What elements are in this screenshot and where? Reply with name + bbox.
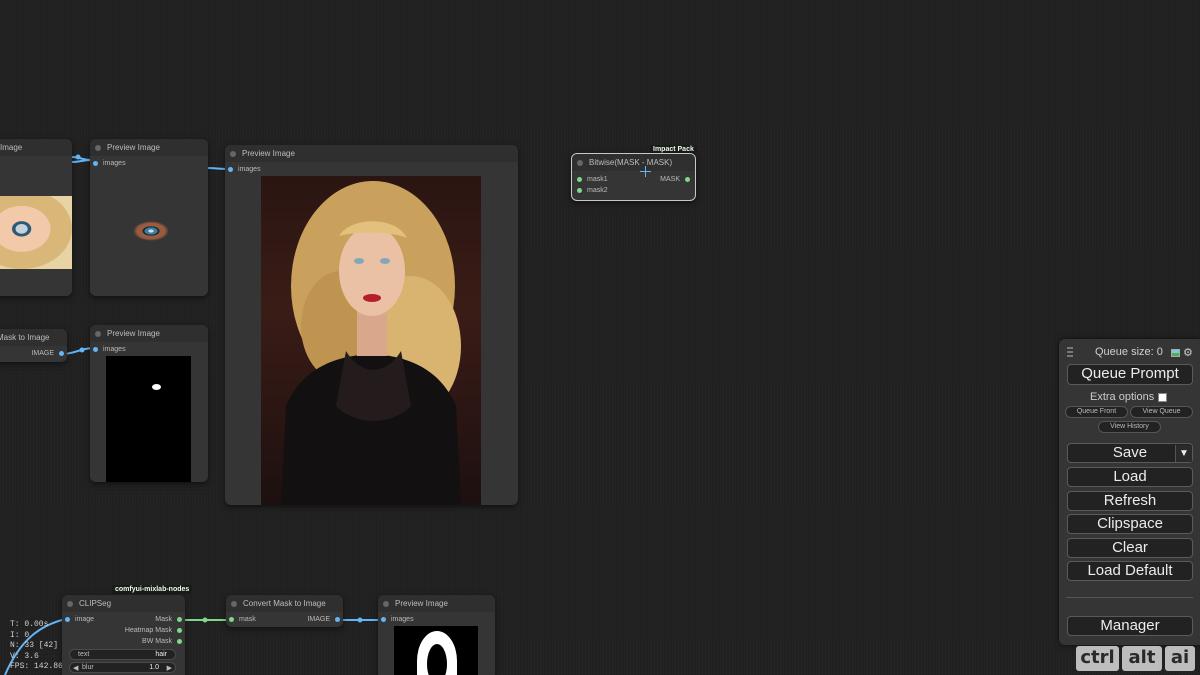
blur-widget[interactable]: ◀ blur 1.0 ▶ (69, 662, 176, 673)
node-title: Convert Mask to Image (243, 599, 326, 608)
clear-button[interactable]: Clear (1067, 538, 1193, 558)
queue-menu-panel: Queue size: 0 ⚙ Queue Prompt Extra optio… (1059, 339, 1200, 645)
extra-options-label: Extra options (1090, 391, 1155, 403)
preview-image-eye (133, 221, 169, 241)
node-mask-to-image[interactable]: Mask to Image IMAGE (0, 329, 67, 362)
output-heatmap-mask: Heatmap Mask (124, 627, 172, 634)
text-widget[interactable]: text hair (69, 649, 176, 660)
queue-size-label: Queue size: 0 (1095, 346, 1163, 358)
queue-front-button[interactable]: Queue Front (1065, 406, 1128, 418)
drag-handle-icon[interactable] (1067, 347, 1073, 357)
node-title: Image (0, 143, 23, 152)
gear-icon[interactable]: ⚙ (1183, 346, 1193, 359)
preview-image-hair-mask (394, 626, 478, 675)
preview-image-mask (106, 356, 191, 482)
output-image: IMAGE (307, 616, 330, 623)
key-alt: alt (1122, 646, 1162, 671)
node-title: Preview Image (242, 149, 295, 158)
panel-divider (1066, 597, 1193, 598)
input-images: images (103, 160, 126, 167)
stat-nodes: N: 33 [42] (10, 641, 59, 650)
stat-time: T: 0.00s (10, 620, 49, 629)
perf-stats: T: 0.00s I: 0 N: 33 [42] V: 3.6 FPS: 142… (10, 620, 63, 673)
node-preview-image-3[interactable]: Preview Image images (378, 595, 495, 675)
input-images: images (238, 166, 261, 173)
clipspace-button[interactable]: Clipspace (1067, 514, 1193, 534)
crosshair-cursor-icon (640, 166, 651, 177)
load-button[interactable]: Load (1067, 467, 1193, 487)
widget-label: blur (82, 664, 94, 671)
decrement-arrow-icon[interactable]: ◀ (73, 664, 78, 672)
widget-value: hair (155, 651, 167, 658)
node-title: Mask to Image (0, 333, 50, 342)
node-title: CLIPSeg (79, 599, 112, 608)
load-default-button[interactable]: Load Default (1067, 561, 1193, 581)
input-images: images (103, 346, 126, 353)
input-images: images (391, 616, 414, 623)
node-preview-image-2[interactable]: Preview Image images (90, 325, 208, 482)
node-clipseg[interactable]: CLIPSeg image Mask Heatmap Mask BW Mask … (62, 595, 185, 675)
key-ctrl: ctrl (1076, 646, 1119, 671)
pack-label-mixlab: comfyui-mixlab-nodes (112, 585, 193, 594)
node-bitwise-mask[interactable]: Bitwise(MASK - MASK) mask1 mask2 MASK (571, 153, 696, 201)
extra-options-checkbox[interactable] (1158, 393, 1167, 402)
input-mask: mask (239, 616, 256, 623)
node-load-image[interactable]: Image (0, 139, 72, 296)
save-label: Save (1112, 444, 1148, 461)
node-convert-mask-to-image[interactable]: Convert Mask to Image mask IMAGE (226, 595, 343, 627)
node-title: Bitwise(MASK - MASK) (589, 158, 673, 167)
input-mask2: mask2 (587, 187, 608, 194)
manager-button[interactable]: Manager (1067, 616, 1193, 636)
stat-iterations: I: 0 (10, 630, 30, 640)
save-dropdown-arrow-icon[interactable]: ▼ (1175, 445, 1192, 462)
output-bw-mask: BW Mask (142, 638, 172, 645)
portrait-figure (281, 181, 461, 505)
output-mask: Mask (155, 616, 172, 623)
node-title: Preview Image (395, 599, 448, 608)
image-icon[interactable] (1171, 349, 1180, 357)
node-preview-image-1[interactable]: Preview Image images (90, 139, 208, 296)
increment-arrow-icon[interactable]: ▶ (167, 664, 172, 672)
input-mask1: mask1 (587, 176, 608, 183)
queue-prompt-button[interactable]: Queue Prompt (1067, 364, 1193, 385)
input-image: image (75, 616, 95, 623)
refresh-button[interactable]: Refresh (1067, 491, 1193, 511)
node-title: Preview Image (107, 329, 160, 338)
output-image: IMAGE (31, 350, 54, 357)
widget-label: text (78, 651, 90, 658)
preview-image-portrait (261, 176, 481, 505)
output-mask: MASK (660, 176, 680, 183)
stat-fps: FPS: 142.86 (10, 662, 63, 671)
widget-value: 1.0 (149, 664, 159, 671)
view-history-button[interactable]: View History (1098, 421, 1161, 433)
key-ai: ai (1165, 646, 1195, 671)
node-preview-image-main[interactable]: Preview Image images (225, 145, 518, 505)
image-thumbnail (0, 196, 72, 269)
stat-version: V: 3.6 (10, 651, 39, 661)
view-queue-button[interactable]: View Queue (1130, 406, 1193, 418)
node-title: Preview Image (107, 143, 160, 152)
